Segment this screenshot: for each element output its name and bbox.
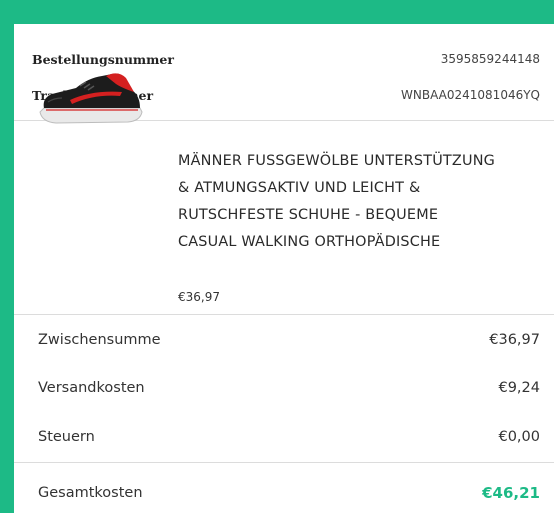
divider	[14, 462, 554, 463]
tax-value: €0,00	[498, 429, 540, 445]
tax-label: Steuern	[38, 429, 95, 445]
product-price: €36,97	[178, 290, 220, 304]
shipping-label: Versandkosten	[38, 380, 145, 396]
shipping-row: Versandkosten €9,24	[38, 376, 540, 400]
shipping-value: €9,24	[498, 380, 540, 396]
divider	[14, 314, 554, 315]
subtotal-row: Zwischensumme €36,97	[38, 328, 540, 352]
total-value: €46,21	[482, 484, 540, 502]
sneaker-image	[39, 73, 143, 124]
order-summary-card: Bestellungsnummer 3595859244148 Tracking…	[14, 24, 554, 513]
tax-row: Steuern €0,00	[38, 425, 540, 449]
subtotal-value: €36,97	[489, 332, 540, 348]
subtotal-label: Zwischensumme	[38, 332, 161, 348]
tracking-number-value: WNBAA0241081046YQ	[401, 88, 540, 102]
total-row: Gesamtkosten €46,21	[38, 481, 540, 505]
order-number-value: 3595859244148	[440, 52, 540, 66]
total-label: Gesamtkosten	[38, 485, 143, 501]
product-title[interactable]: MÄNNER FUSSGEWÖLBE UNTERSTÜTZUNG & ATMUN…	[178, 148, 498, 256]
